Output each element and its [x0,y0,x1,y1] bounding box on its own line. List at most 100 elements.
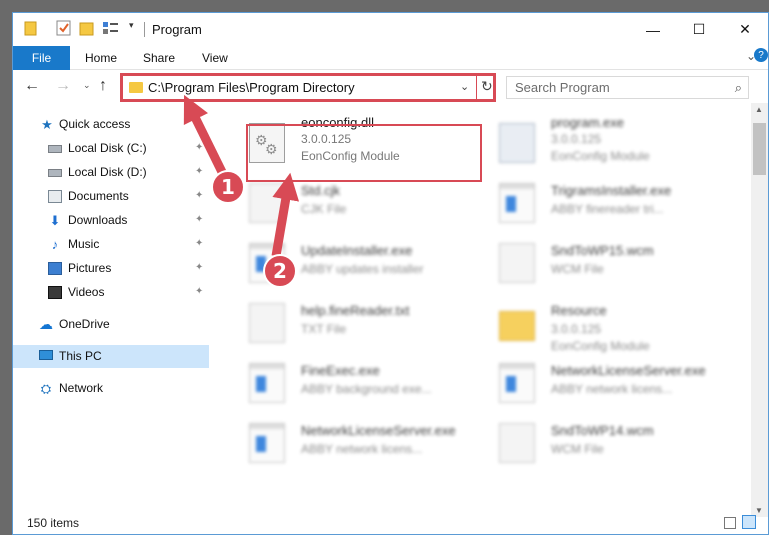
sidebar-item-label: Downloads [68,213,128,227]
document-icon [249,303,285,343]
sidebar-item-label: Videos [68,285,105,299]
file-explorer-window: ▾ Program — ☐ ✕ File Home Share View ⌄ ?… [12,12,769,535]
search-placeholder: Search Program [515,80,610,95]
file-item[interactable]: SndToWP15.wcm WCM File [483,233,733,289]
search-input[interactable]: Search Program ⌕ [506,76,749,99]
file-type: TXT File [301,322,347,336]
sidebar-item-music[interactable]: ♪ Music ✦ [13,233,209,256]
exe-icon [249,363,285,403]
file-type: ABBY finereader tri... [551,202,664,216]
forward-arrow-icon[interactable]: → [55,77,71,95]
exe-icon [249,423,285,463]
file-name: Std.cjk [301,183,341,198]
sidebar-item-videos[interactable]: Videos ✦ [13,281,209,304]
sidebar-item-local-disk-d[interactable]: Local Disk (D:) ✦ [13,161,209,184]
music-icon: ♪ [51,237,59,252]
file-name: SndToWP14.wcm [551,423,654,438]
sidebar-item-label: Network [59,381,104,395]
sidebar-item-label: Music [68,237,100,251]
divider [144,22,145,37]
address-bar[interactable]: C:\Program Files\Program Directory ⌄ ↻ [120,73,496,102]
tab-share[interactable]: Share [143,51,175,65]
properties-check-icon[interactable] [56,20,72,38]
file-name: program.exe [551,115,624,130]
drive-icon [48,145,62,153]
file-item[interactable]: TrigramsInstaller.exe ABBY finereader tr… [483,173,733,229]
file-item[interactable]: help.fineReader.txt TXT File [233,293,483,349]
cloud-icon: ☁ [39,316,53,332]
sidebar-item-label: Quick access [59,117,131,131]
sidebar-item-label: Local Disk (C:) [68,141,147,155]
documents-icon [48,190,62,203]
sidebar-item-documents[interactable]: Documents ✦ [13,185,209,208]
maximize-button[interactable]: ☐ [676,13,722,46]
search-icon[interactable]: ⌕ [735,80,742,96]
sidebar-item-label: Local Disk (D:) [68,165,147,179]
sidebar-item-onedrive[interactable]: ☁ OneDrive [13,313,209,336]
file-type: WCM File [551,442,604,456]
title-bar: ▾ Program — ☐ ✕ [13,13,768,46]
sidebar-item-quick-access[interactable]: ★ Quick access [13,113,209,136]
sidebar-item-label: Documents [68,189,129,203]
address-dropdown-icon[interactable]: ⌄ [460,80,469,93]
videos-icon [48,286,62,299]
computer-icon [39,350,53,360]
scrollbar-thumb[interactable] [753,123,766,175]
minimize-button[interactable]: — [630,13,676,46]
star-icon: ★ [41,116,53,132]
download-icon: ⬇ [49,212,61,228]
close-button[interactable]: ✕ [722,13,768,46]
details-view-icon[interactable] [724,517,736,529]
vertical-scrollbar[interactable]: ▲ ▼ [751,103,768,517]
sidebar-item-downloads[interactable]: ⬇ Downloads ✦ [13,209,209,232]
pin-icon[interactable]: ✦ [195,166,203,177]
folder-icon[interactable] [24,20,40,38]
pin-icon[interactable]: ✦ [195,142,203,153]
pin-icon[interactable]: ✦ [195,238,203,249]
sidebar-item-label: This PC [59,349,102,363]
application-icon [499,123,535,163]
quick-access-dropdown-icon[interactable]: ▾ [129,20,145,38]
back-arrow-icon[interactable]: ← [24,77,40,95]
file-name: TrigramsInstaller.exe [551,183,672,198]
tab-view[interactable]: View [202,51,228,65]
file-item[interactable]: Resource 3.0.0.125 EonConfig Module [483,293,733,353]
sidebar-item-local-disk-c[interactable]: Local Disk (C:) ✦ [13,137,209,160]
pin-icon[interactable]: ✦ [195,286,203,297]
document-icon [499,423,535,463]
file-item[interactable]: SndToWP14.wcm WCM File [483,413,733,469]
scroll-up-icon[interactable]: ▲ [755,105,763,114]
file-type: CJK File [301,202,347,216]
file-type: ABBY background exe... [301,382,432,396]
tab-file[interactable]: File [13,46,70,70]
pin-icon[interactable]: ✦ [195,262,203,273]
file-name: help.fineReader.txt [301,303,410,318]
refresh-icon[interactable]: ↻ [481,78,493,95]
pin-icon[interactable]: ✦ [195,214,203,225]
file-list: ⚙ ⚙ eonconfig.dll 3.0.0.125 EonConfig Mo… [221,105,744,505]
recent-locations-icon[interactable]: ⌄ [83,80,91,91]
up-arrow-icon[interactable]: ↑ [99,77,107,95]
sidebar-item-pictures[interactable]: Pictures ✦ [13,257,209,280]
file-name: NetworkLicenseServer.exe [551,363,706,378]
file-item[interactable]: program.exe 3.0.0.125 EonConfig Module [483,113,733,169]
pin-icon[interactable]: ✦ [195,190,203,201]
help-icon[interactable]: ? [754,48,768,62]
tab-home[interactable]: Home [85,51,117,65]
folder-icon [499,311,535,341]
new-folder-icon[interactable] [79,20,95,38]
exe-icon [499,183,535,223]
sidebar-item-label: Pictures [68,261,112,275]
sidebar-item-this-pc[interactable]: This PC [13,345,209,368]
file-item[interactable]: NetworkLicenseServer.exe ABBY network li… [233,413,483,469]
tiles-view-icon[interactable] [742,515,756,529]
file-description: EonConfig Module [551,339,650,353]
file-name: SndToWP15.wcm [551,243,654,258]
drive-icon [48,169,62,177]
address-path[interactable]: C:\Program Files\Program Directory [148,80,355,95]
customize-toolbar-icon[interactable] [102,20,118,38]
file-item[interactable]: NetworkLicenseServer.exe ABBY network li… [483,353,733,409]
sidebar-item-network[interactable]: ⛭ Network [13,377,209,400]
file-type: ABBY network licens... [301,442,423,456]
file-item[interactable]: FineExec.exe ABBY background exe... [233,353,483,409]
